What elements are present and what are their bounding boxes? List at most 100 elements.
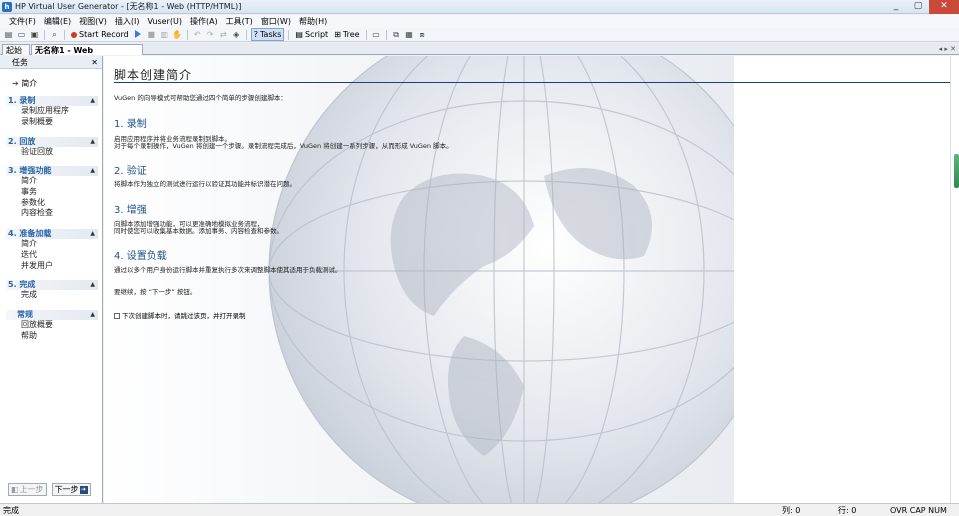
step-heading[interactable]: 3. 增强功能 ▲ (6, 166, 98, 176)
task-step-finish: 5. 完成 ▲ 完成 (6, 280, 98, 301)
maximize-button[interactable]: ▢ (907, 0, 929, 14)
menu-actions[interactable]: 操作(A) (186, 15, 222, 28)
tasks-button[interactable]: ? Tasks (250, 28, 285, 41)
keyboard-indicators: OVR CAP NUM SCRL (890, 506, 947, 515)
page-title: 脚本创建简介 (114, 68, 193, 82)
collapse-icon[interactable]: ▲ (90, 96, 95, 106)
close-button[interactable]: ✕ (929, 0, 959, 14)
minimize-button[interactable]: _ (885, 0, 907, 14)
column-indicator: 列: 0 (782, 506, 801, 515)
collapse-icon[interactable]: ▲ (90, 310, 95, 320)
window-icon[interactable]: ⧈ (417, 30, 428, 40)
toolbar-separator (245, 29, 247, 40)
find-icon[interactable]: ⌕ (49, 30, 60, 40)
title-bar: h HP Virtual User Generator - [无名称1 - We… (0, 0, 959, 14)
task-link[interactable]: 参数化 (6, 198, 98, 209)
next-button[interactable]: 下一步 ➔ (51, 483, 91, 496)
tab-document[interactable]: 无名称1 - Web (HTTP/HTML) (31, 44, 143, 66)
task-link[interactable]: 验证回放 (6, 147, 98, 158)
document-tab-bar: 起始页 无名称1 - Web (HTTP/HTML) ◂ ▸ ✕ (0, 43, 959, 66)
sync-icon[interactable]: ⇄ (218, 30, 229, 40)
menu-window[interactable]: 窗口(W) (257, 15, 295, 28)
collapse-icon[interactable]: ▲ (90, 229, 95, 239)
run-icon[interactable] (133, 29, 144, 40)
window-title: HP Virtual User Generator - [无名称1 - Web … (15, 2, 242, 11)
split-icon[interactable]: ▦ (404, 30, 415, 40)
step-icon[interactable]: ▥ (159, 30, 170, 40)
script-view-button[interactable]: ▤ Script (293, 29, 330, 40)
task-intro-link[interactable]: ➔ 简介 (12, 79, 37, 89)
layout-icon[interactable]: ⧉ (391, 30, 402, 40)
task-step-replay: 2. 回放 ▲ 验证回放 (6, 137, 98, 158)
task-link[interactable]: 录制概要 (6, 117, 98, 128)
content-area: 脚本创建简介 VuGen 的向导模式可帮助您通过四个简单的步骤创建脚本： 1. … (104, 56, 950, 503)
task-link[interactable]: 内容检查 (6, 208, 98, 219)
stop-icon[interactable]: ■ (146, 30, 157, 40)
status-bar: 完成 列: 0 行: 0 OVR CAP NUM SCRL (0, 503, 959, 516)
compare-icon[interactable]: ◈ (231, 30, 242, 40)
task-link[interactable]: 简介 (6, 176, 98, 187)
task-link[interactable]: 完成 (6, 290, 98, 301)
menu-insert[interactable]: 插入(I) (111, 15, 144, 28)
menu-help[interactable]: 帮助(H) (295, 15, 331, 28)
task-link[interactable]: 并发用户 (6, 261, 98, 272)
tree-view-button[interactable]: ⊞ Tree (332, 29, 361, 40)
toolbar-separator (288, 29, 290, 40)
start-record-button[interactable]: Start Record (69, 29, 131, 40)
tree-icon: ⊞ (334, 30, 341, 39)
section-enhance-text: 同时使您可以收集基本数据。添加事务、内容检查和参数。 (114, 227, 283, 235)
step-heading[interactable]: 1. 录制 ▲ (6, 96, 98, 106)
task-link[interactable]: 回放概要 (6, 320, 98, 331)
script-icon: ▤ (295, 30, 303, 39)
breakpoint-icon[interactable]: ✋ (172, 30, 183, 40)
section-verify-title: 2. 验证 (114, 166, 147, 177)
task-link[interactable]: 录制应用程序 (6, 106, 98, 117)
close-icon[interactable]: ✕ (91, 57, 98, 68)
skip-page-label: 下次创建脚本时，请跳过该页，并打开录制 (122, 312, 246, 320)
toolbar-separator (186, 29, 188, 40)
menu-vuser[interactable]: Vuser(U) (143, 15, 185, 28)
menu-edit[interactable]: 编辑(E) (40, 15, 75, 28)
section-record-text: 对于每个录制操作，VuGen 将创建一个步骤。录制流程完成后，VuGen 将创建… (114, 142, 453, 150)
task-link[interactable]: 简介 (6, 239, 98, 250)
section-enhance-title: 3. 增强 (114, 205, 147, 216)
status-text: 完成 (3, 506, 19, 515)
menu-tools[interactable]: 工具(T) (222, 15, 257, 28)
title-divider (114, 82, 950, 83)
open-folder-icon[interactable]: ▭ (16, 30, 27, 40)
collapse-icon[interactable]: ▲ (90, 280, 95, 290)
scrollbar-thumb[interactable] (954, 154, 959, 188)
tab-start-page[interactable]: 起始页 (2, 44, 30, 66)
step-heading[interactable]: 2. 回放 ▲ (6, 137, 98, 147)
menu-file[interactable]: 文件(F) (5, 15, 40, 28)
menu-view[interactable]: 视图(V) (75, 15, 111, 28)
save-icon[interactable]: ▣ (29, 30, 40, 40)
task-step-enhance: 3. 增强功能 ▲ 简介 事务 参数化 内容检查 (6, 166, 98, 219)
tasks-icon: ? (253, 30, 258, 39)
vertical-scrollbar[interactable] (950, 56, 959, 503)
task-pane-title: 任务 (12, 58, 28, 67)
task-link[interactable]: 迭代 (6, 250, 98, 261)
step-heading[interactable]: 4. 准备加载 ▲ (6, 229, 98, 239)
snapshot-icon[interactable]: ▭ (371, 30, 382, 40)
new-script-icon[interactable]: ▤ (3, 30, 14, 40)
collapse-icon[interactable]: ▲ (90, 137, 95, 147)
script-label: Script (304, 30, 329, 39)
collapse-icon[interactable]: ▲ (90, 166, 95, 176)
forward-icon[interactable]: ↷ (205, 30, 216, 40)
skip-page-option[interactable]: 下次创建脚本时，请跳过该页，并打开录制 (114, 312, 246, 320)
tab-navigation[interactable]: ◂ ▸ ✕ (939, 43, 956, 55)
step-heading[interactable]: 常规 ▲ (6, 310, 98, 320)
record-icon (71, 31, 77, 38)
step-heading[interactable]: 5. 完成 ▲ (6, 280, 98, 290)
task-link[interactable]: 帮助 (6, 331, 98, 342)
toolbar-separator (44, 29, 45, 40)
start-record-label: Start Record (79, 30, 129, 39)
intro-paragraph: VuGen 的向导模式可帮助您通过四个简单的步骤创建脚本： (114, 94, 287, 102)
previous-button[interactable]: ◧ 上一步 (8, 483, 47, 496)
task-pane-header: 任务 ✕ (0, 56, 102, 69)
skip-page-checkbox[interactable] (114, 313, 120, 319)
task-link[interactable]: 事务 (6, 187, 98, 198)
back-icon[interactable]: ↶ (192, 30, 203, 40)
arrow-right-icon: ➔ (12, 79, 19, 88)
